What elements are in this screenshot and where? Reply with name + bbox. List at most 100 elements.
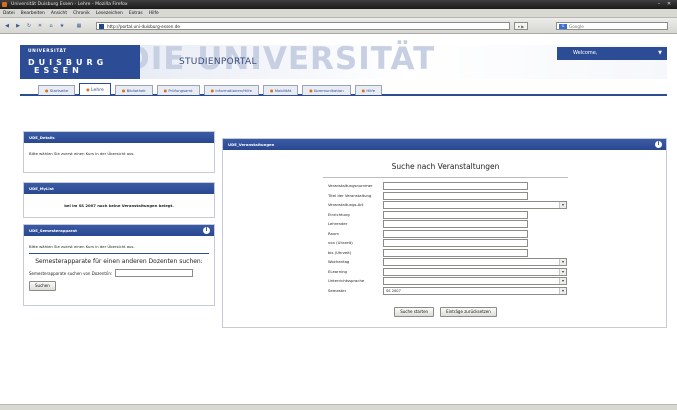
- tab-hilfe[interactable]: ● Hilfe: [354, 85, 383, 95]
- suchen-button[interactable]: Suchen: [29, 281, 56, 291]
- form-row: bis (Uhrzeit): [328, 248, 568, 259]
- window-controls: – ✕: [655, 1, 673, 8]
- divider: [323, 177, 568, 178]
- field-label: Veranstaltungsnummer: [328, 183, 373, 188]
- text-field[interactable]: [383, 182, 528, 190]
- form-row: Raum: [328, 229, 568, 240]
- field-label: Unterrichtssprache: [328, 278, 365, 283]
- minimize-icon[interactable]: –: [655, 1, 663, 8]
- field-label: Titel der Veranstaltung: [328, 192, 372, 198]
- chevron-down-icon[interactable]: ▾: [559, 259, 566, 265]
- field-value: SS 2007: [386, 288, 401, 293]
- navigation-toolbar: ◀ ▶ ↻ ✕ ⌂ ★ ▦ http://portal.uni-duisburg…: [0, 18, 677, 34]
- chevron-down-icon[interactable]: ▾: [559, 278, 566, 284]
- chevron-down-icon[interactable]: ▾: [559, 287, 566, 294]
- reload-icon[interactable]: ↻: [25, 22, 33, 30]
- form-row: Unterrichtssprache ▾: [328, 277, 568, 287]
- dozent-input[interactable]: [115, 269, 194, 277]
- semesterapparat-panel-body: Bitte wählen Sie zuerst einen Kurs in de…: [24, 236, 214, 299]
- text-field[interactable]: [383, 220, 528, 228]
- field-label: Veranstaltungs-Art: [328, 202, 364, 207]
- select-field[interactable]: SS 2007 ▾: [383, 286, 567, 295]
- chevron-down-icon: ▼: [658, 50, 662, 56]
- back-icon[interactable]: ◀: [3, 22, 11, 30]
- tab-bibliothek[interactable]: ● Bibliothek: [114, 85, 153, 95]
- site-favicon-icon: [99, 24, 104, 29]
- portal-title: STUDIENPORTAL: [179, 57, 257, 67]
- tab-informationen[interactable]: ● Informationen/Hilfe: [203, 85, 259, 95]
- rss-icon[interactable]: ▦: [75, 22, 83, 30]
- text-field[interactable]: [383, 229, 528, 238]
- dozent-input-label: Semesterapparate suchen von Dozent/in:: [29, 270, 113, 276]
- select-field[interactable]: ▾: [383, 201, 567, 209]
- tab-mobilitaet[interactable]: ● Mobilität: [262, 85, 299, 95]
- forward-icon[interactable]: ▶: [14, 22, 22, 30]
- bookmark-icon[interactable]: ★: [58, 22, 66, 30]
- form-row: Veranstaltungsnummer: [328, 182, 568, 192]
- chevron-down-icon[interactable]: ▾: [559, 202, 566, 208]
- form-row: Semester SS 2007 ▾: [328, 286, 568, 297]
- select-field[interactable]: ▾: [383, 277, 567, 285]
- menu-chronik[interactable]: Chronik: [73, 9, 90, 17]
- form-row: Wochentag ▾: [328, 258, 568, 268]
- stop-icon[interactable]: ✕: [36, 22, 44, 30]
- mylist-panel-title: UDE_MyList: [24, 183, 214, 194]
- semesterapparat-panel-header: UDE_Semesterapparat i: [24, 225, 214, 236]
- select-field[interactable]: ▾: [383, 258, 567, 266]
- veranstaltungen-panel-header: UDE_Veranstaltungen i: [223, 139, 666, 150]
- go-button[interactable]: ▾ ▶: [514, 22, 528, 30]
- welcome-label: Welcome,: [573, 50, 598, 56]
- text-field[interactable]: [383, 248, 528, 257]
- menu-bearbeiten[interactable]: Bearbeiten: [21, 9, 45, 17]
- close-icon[interactable]: ✕: [665, 1, 673, 8]
- tab-pruefungsamt[interactable]: ● Prüfungsamt: [156, 85, 200, 95]
- university-logo[interactable]: UNIVERSITÄT DUISBURG ESSEN: [20, 45, 140, 79]
- tab-lehre[interactable]: ● Lehre: [79, 83, 111, 95]
- info-icon[interactable]: i: [655, 141, 662, 148]
- header-watermark: DIE UNIVERSITÄT: [124, 41, 436, 77]
- text-field[interactable]: [383, 210, 528, 219]
- tab-startseite[interactable]: ● Startseite: [38, 85, 76, 95]
- window-titlebar: Universität Duisburg Essen - Lehre - Moz…: [0, 0, 677, 9]
- text-field[interactable]: [383, 191, 528, 200]
- menu-datei[interactable]: Datei: [3, 9, 15, 17]
- mylist-panel-text: bei im SS 2007 noch keine Veranstaltunge…: [64, 203, 174, 208]
- main-tabs: ● Startseite ● Lehre ● Bibliothek ● Prüf…: [20, 83, 667, 96]
- welcome-dropdown[interactable]: Welcome, ▼: [557, 47, 667, 60]
- veranstaltungen-panel-title: UDE_Veranstaltungen: [228, 142, 275, 147]
- search-start-button[interactable]: Suche starten: [394, 307, 435, 317]
- field-label: Lehrender: [328, 221, 348, 226]
- search-placeholder: Google: [569, 24, 584, 29]
- address-bar[interactable]: http://portal.uni-duisburg-essen.de: [96, 22, 510, 30]
- address-url: http://portal.uni-duisburg-essen.de: [107, 24, 180, 29]
- field-label: Einrichtung: [328, 211, 350, 217]
- menu-ansicht[interactable]: Ansicht: [51, 9, 67, 17]
- portal-header: DIE UNIVERSITÄT UNIVERSITÄT DUISBURG ESS…: [20, 41, 667, 79]
- form-row: ELearning ▾: [328, 267, 568, 278]
- mylist-panel: UDE_MyList bei im SS 2007 noch keine Ver…: [23, 182, 215, 218]
- form-row: von (Uhrzeit): [328, 239, 568, 249]
- semesterapparat-panel: UDE_Semesterapparat i Bitte wählen Sie z…: [23, 224, 215, 306]
- logo-line1: UNIVERSITÄT: [28, 49, 67, 54]
- search-box[interactable]: G Google: [556, 22, 668, 30]
- search-form: Veranstaltungsnummer Titel der Veranstalt…: [328, 182, 568, 296]
- menu-hilfe[interactable]: Hilfe: [149, 9, 159, 17]
- menu-extras[interactable]: Extras: [129, 9, 143, 17]
- chevron-down-icon[interactable]: ▾: [559, 268, 566, 275]
- field-label: von (Uhrzeit): [328, 240, 353, 245]
- home-icon[interactable]: ⌂: [47, 22, 55, 30]
- semesterapparat-text: Bitte wählen Sie zuerst einen Kurs in de…: [29, 244, 135, 249]
- info-icon[interactable]: i: [203, 227, 210, 234]
- menu-lesezeichen[interactable]: Lesezeichen: [96, 9, 123, 17]
- search-heading: Suche nach Veranstaltungen: [391, 162, 500, 171]
- veranstaltungen-panel: UDE_Veranstaltungen i Suche nach Veranst…: [222, 138, 667, 328]
- field-label: Wochentag: [328, 259, 350, 264]
- details-panel-title: UDE_Details: [24, 132, 214, 143]
- reset-button[interactable]: Einträge zurücksetzen: [440, 307, 497, 317]
- select-field[interactable]: ▾: [383, 267, 567, 276]
- window-title: Universität Duisburg Essen - Lehre - Moz…: [11, 2, 128, 7]
- tab-kommunikation[interactable]: ● Kommunikation: [302, 85, 351, 95]
- semesterapparat-panel-title: UDE_Semesterapparat: [29, 228, 77, 233]
- field-label: Raum: [328, 230, 339, 236]
- text-field[interactable]: [383, 239, 528, 247]
